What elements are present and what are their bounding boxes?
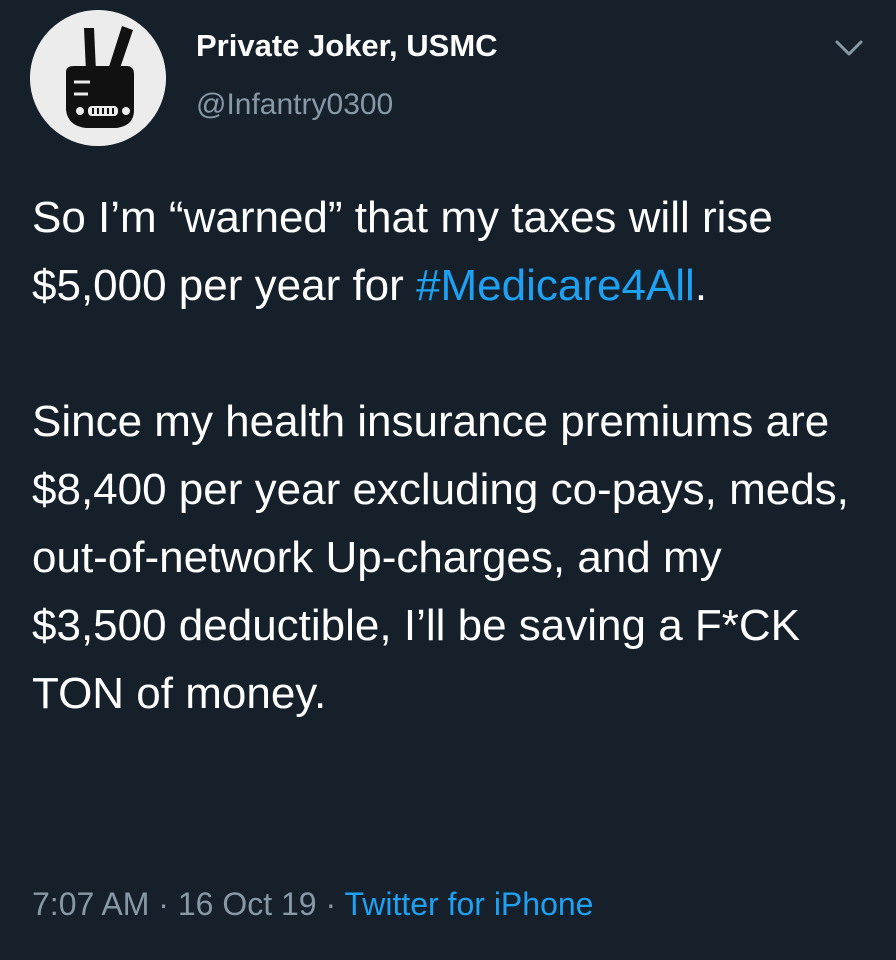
tweet-text-part: . bbox=[694, 261, 708, 310]
separator: · bbox=[149, 886, 178, 922]
peace-sign-hand-icon bbox=[30, 10, 166, 146]
tweet-metadata: 7:07 AM · 16 Oct 19 · Twitter for iPhone bbox=[32, 886, 593, 923]
avatar[interactable] bbox=[30, 10, 166, 146]
user-handle[interactable]: @Infantry0300 bbox=[196, 88, 393, 122]
tweet-text: So I’m “warned” that my taxes will rise … bbox=[32, 184, 862, 728]
tweet-date[interactable]: 16 Oct 19 bbox=[178, 886, 317, 922]
tweet-source-link[interactable]: Twitter for iPhone bbox=[344, 886, 593, 922]
separator: · bbox=[316, 886, 345, 922]
tweet-paragraph: So I’m “warned” that my taxes will rise … bbox=[32, 184, 862, 320]
display-name[interactable]: Private Joker, USMC bbox=[196, 28, 498, 64]
tweet-card: Private Joker, USMC @Infantry0300 So I’m… bbox=[0, 0, 896, 960]
hashtag-link[interactable]: #Medicare4All bbox=[416, 261, 695, 310]
tweet-paragraph: Since my health insurance premiums are $… bbox=[32, 397, 849, 718]
tweet-time[interactable]: 7:07 AM bbox=[32, 886, 149, 922]
chevron-down-icon[interactable] bbox=[832, 34, 866, 62]
